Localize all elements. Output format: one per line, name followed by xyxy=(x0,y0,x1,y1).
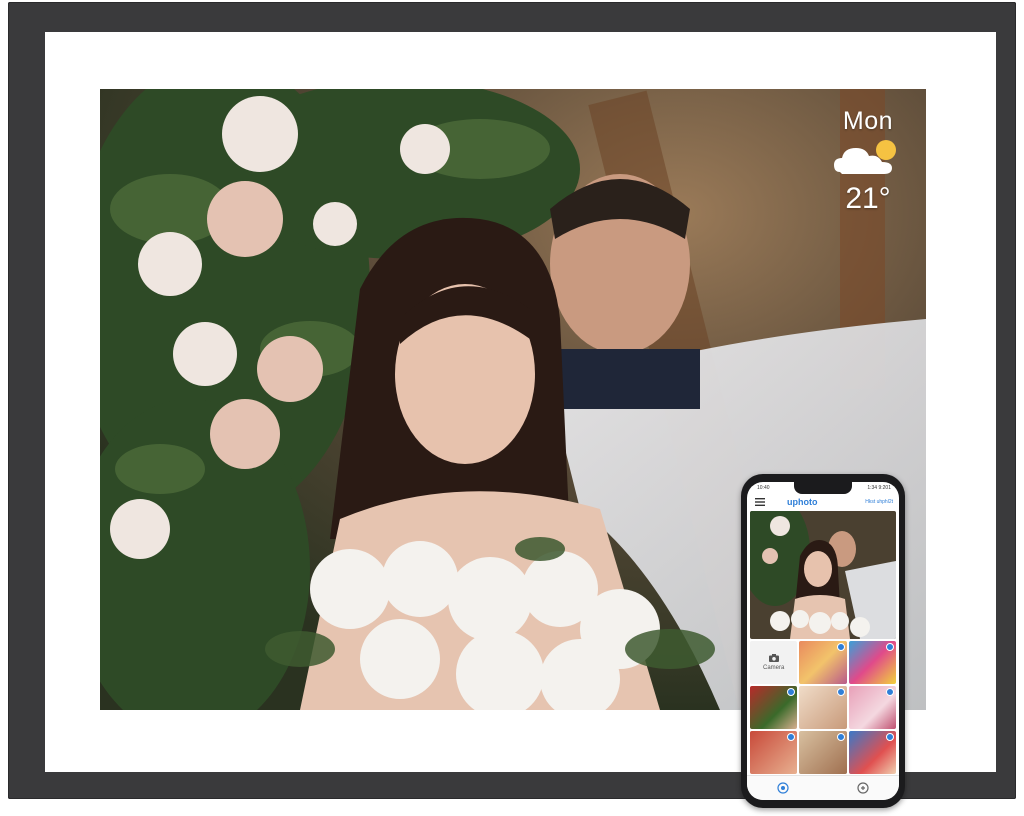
selected-icon xyxy=(885,733,894,741)
selected-icon xyxy=(836,643,845,651)
weather-day: Mon xyxy=(842,107,894,135)
featured-photo-image xyxy=(750,511,896,639)
smartphone: 10:40 1:34 9:201 uphoto Hkst uhphl2t Cam… xyxy=(741,474,905,808)
photo-thumbnail[interactable] xyxy=(799,686,847,729)
bottom-tab-bar xyxy=(747,775,899,800)
app-header-link[interactable]: Hkst uhphl2t xyxy=(865,499,893,505)
camera-label: Camera xyxy=(762,665,785,671)
home-icon[interactable] xyxy=(777,782,789,794)
partly-cloudy-icon xyxy=(834,140,896,174)
featured-photo[interactable] xyxy=(750,511,896,639)
selected-icon xyxy=(787,688,796,696)
photo-thumbnail[interactable] xyxy=(848,641,896,684)
photo-thumbnail[interactable] xyxy=(799,641,847,684)
menu-icon[interactable] xyxy=(755,498,765,506)
phone-notch xyxy=(794,482,852,494)
photo-thumbnail[interactable] xyxy=(750,686,798,729)
phone-screen: 10:40 1:34 9:201 uphoto Hkst uhphl2t Cam… xyxy=(747,482,899,800)
selected-icon xyxy=(885,688,894,696)
selected-icon xyxy=(836,688,845,696)
selected-icon xyxy=(836,733,845,741)
photo-thumbnail[interactable] xyxy=(750,731,798,774)
photo-thumbnail[interactable] xyxy=(848,686,896,729)
photo-grid: Camera xyxy=(750,641,896,774)
status-date: 1:34 9:201 xyxy=(867,485,891,491)
weather-widget: Mon 21° xyxy=(828,107,908,216)
camera-tile[interactable]: Camera xyxy=(750,641,798,684)
app-logo: uphoto xyxy=(787,497,818,507)
photo-thumbnail[interactable] xyxy=(799,731,847,774)
photo-thumbnail[interactable] xyxy=(848,731,896,774)
selected-icon xyxy=(787,733,796,741)
camera-icon xyxy=(768,654,779,662)
app-header: uphoto Hkst uhphl2t xyxy=(747,495,899,509)
status-time: 10:40 xyxy=(757,485,770,491)
weather-temperature: 21° xyxy=(845,182,891,215)
settings-icon[interactable] xyxy=(857,782,869,794)
selected-icon xyxy=(885,643,894,651)
